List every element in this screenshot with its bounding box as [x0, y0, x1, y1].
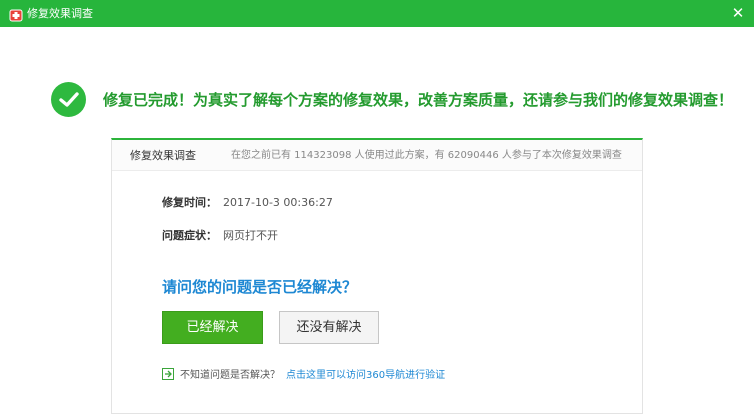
resolved-question: 请问您的问题是否已经解决？ [162, 278, 358, 296]
title-bar: 修复效果调查 ✕ [0, 0, 754, 27]
survey-panel: 修复效果调查 在您之前已有 114323098 人使用过此方案，有 620904… [111, 138, 643, 414]
tab-survey: 修复效果调查 [130, 149, 196, 162]
check-circle-icon [51, 82, 86, 117]
repair-time-label: 修复时间： [162, 196, 217, 209]
unsolved-button[interactable]: 还没有解决 [279, 311, 379, 344]
symptom-label: 问题症状： [162, 229, 217, 242]
solved-button[interactable]: 已经解决 [162, 311, 263, 344]
window-title: 修复效果调查 [27, 7, 93, 20]
unsure-text: 不知道问题是否解决？ [180, 370, 280, 381]
panel-header: 修复效果调查 在您之前已有 114323098 人使用过此方案，有 620904… [112, 140, 642, 171]
repair-time-value: 2017-10-3 00:36:27 [223, 196, 333, 209]
close-icon: ✕ [731, 4, 745, 22]
first-aid-kit-icon [9, 7, 23, 22]
symptom-row: 问题症状： 网页打不开 [162, 229, 278, 243]
close-button[interactable]: ✕ [728, 3, 748, 23]
verify-row: 不知道问题是否解决？ 点击这里可以访问360导航进行验证 [162, 368, 445, 383]
verify-link[interactable]: 点击这里可以访问360导航进行验证 [286, 370, 445, 381]
participant-stats: 在您之前已有 114323098 人使用过此方案，有 62090446 人参与了… [231, 150, 622, 161]
symptom-value: 网页打不开 [223, 229, 278, 242]
headline: 修复已完成！为真实了解每个方案的修复效果，改善方案质量，还请参与我们的修复效果调… [103, 91, 734, 109]
repair-time-row: 修复时间： 2017-10-3 00:36:27 [162, 196, 333, 210]
arrow-right-box-icon [162, 368, 174, 380]
